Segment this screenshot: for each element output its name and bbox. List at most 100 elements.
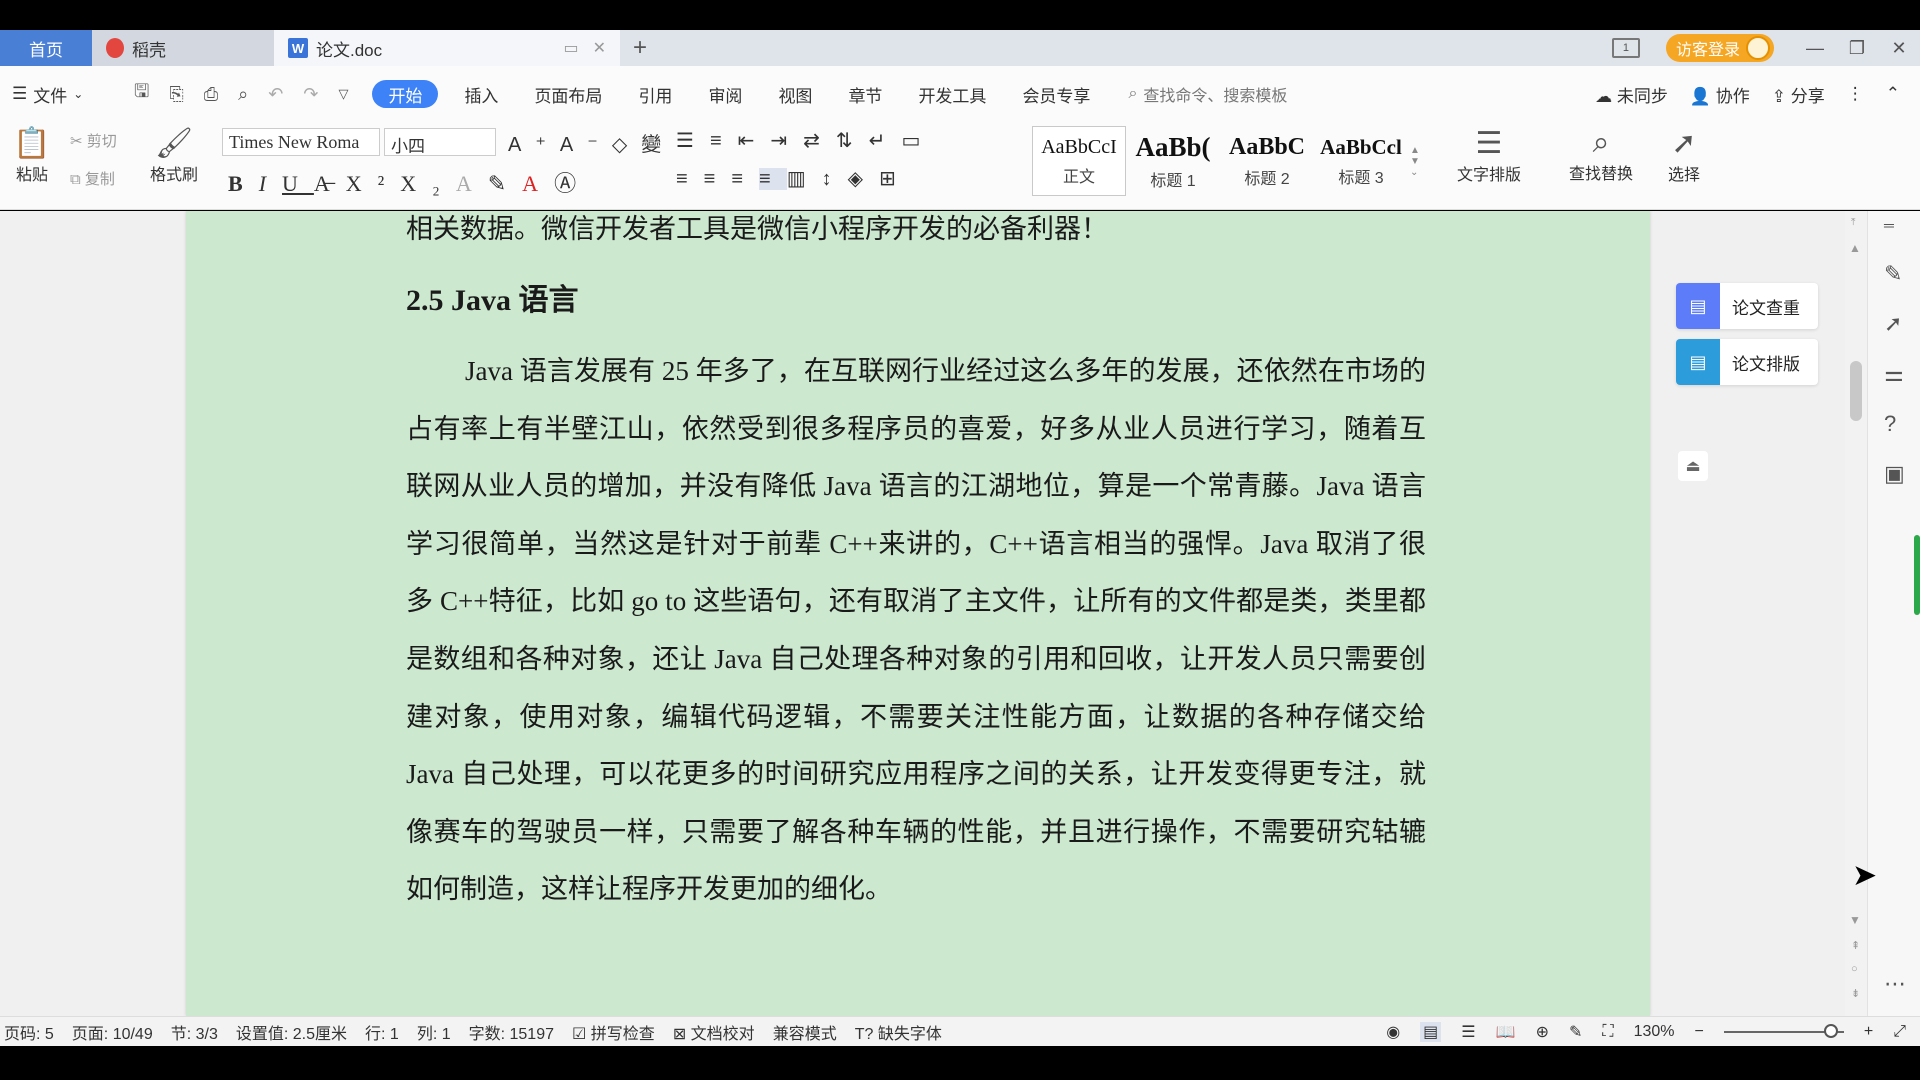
next-page-icon[interactable]: ⇟ xyxy=(1851,987,1860,1000)
font-size-select[interactable]: 小四 xyxy=(384,128,496,156)
pointer-icon[interactable]: ➚ xyxy=(1884,311,1902,337)
ruler-icon[interactable]: ▭ xyxy=(901,130,936,152)
line-spacing-icon[interactable]: ↕ xyxy=(822,168,848,190)
shading-icon[interactable]: ◈ xyxy=(848,168,879,190)
command-search[interactable]: ⌕ 查找命令、搜索模板 xyxy=(1128,82,1287,106)
page-view-icon[interactable]: ▤ xyxy=(1420,1021,1442,1042)
menu-view[interactable]: 视图 xyxy=(760,80,830,108)
spell-check-button[interactable]: ☑ 拼写检查 xyxy=(572,1020,655,1044)
web-view-icon[interactable]: ⊕ xyxy=(1536,1022,1549,1042)
text-layout-button[interactable]: ☰ 文字排版 xyxy=(1446,126,1532,185)
close-window-button[interactable]: ✕ xyxy=(1878,30,1920,66)
styles-scroll[interactable]: ▲ ▼ ⌄ xyxy=(1408,126,1422,196)
subscript-icon[interactable]: X₂ xyxy=(400,171,456,196)
zoom-level[interactable]: 130% xyxy=(1634,1023,1675,1041)
justify-icon[interactable]: ≡ xyxy=(759,168,787,190)
align-center-icon[interactable]: ≡ xyxy=(704,168,732,190)
menu-section[interactable]: 章节 xyxy=(830,80,900,108)
text-direction-icon[interactable]: ⇄ xyxy=(803,130,836,152)
missing-font-button[interactable]: T? 缺失字体 xyxy=(855,1020,942,1044)
assist-collapse-icon[interactable]: ⏏ xyxy=(1678,451,1708,481)
char-border-icon[interactable]: Ⓐ xyxy=(554,171,592,196)
side-panel-handle[interactable] xyxy=(1914,535,1920,615)
print-icon[interactable]: ⎙ xyxy=(204,84,218,105)
style-normal[interactable]: AaBbCcI 正文 xyxy=(1032,126,1126,196)
document-page[interactable]: 相关数据。微信开发者工具是微信小程序开发的必备利器！ 2.5 Java 语言 J… xyxy=(186,211,1650,1016)
align-right-icon[interactable]: ≡ xyxy=(731,168,759,190)
borders-icon[interactable]: ⊞ xyxy=(879,168,912,190)
scroll-top-icon[interactable]: ⤒ xyxy=(1851,217,1855,228)
highlight-icon[interactable]: ✎ xyxy=(488,171,522,196)
scroll-up-icon[interactable]: ▲ xyxy=(1849,241,1861,255)
copy-button[interactable]: ⧉ 复制 xyxy=(70,168,115,189)
shrink-font-icon[interactable]: A⁻ xyxy=(560,134,612,156)
reading-view-icon[interactable]: 📖 xyxy=(1496,1022,1516,1042)
bold-icon[interactable]: B xyxy=(228,171,259,196)
find-replace-button[interactable]: ⌕ 查找替换 xyxy=(1556,126,1646,184)
status-section[interactable]: 节: 3/3 xyxy=(171,1020,218,1044)
export-pdf-icon[interactable]: ⎘ xyxy=(169,84,183,105)
prev-page-icon[interactable]: ⇞ xyxy=(1851,939,1860,952)
adjust-icon[interactable]: ⚌ xyxy=(1884,361,1904,387)
redo-icon[interactable]: ↷ xyxy=(303,84,318,105)
superscript-icon[interactable]: X² xyxy=(346,171,400,196)
style-heading2[interactable]: AaBbC 标题 2 xyxy=(1220,126,1314,196)
bullets-icon[interactable]: ☰ xyxy=(676,130,710,152)
tab-docer[interactable]: 稻壳 xyxy=(92,30,274,66)
sync-button[interactable]: ☁ 未同步 xyxy=(1595,82,1668,107)
clear-format-icon[interactable]: ◇ xyxy=(612,134,641,156)
zoom-in-icon[interactable]: + xyxy=(1864,1023,1873,1041)
grow-font-icon[interactable]: A⁺ xyxy=(508,134,560,156)
proofread-button[interactable]: ⊠ 文档校对 xyxy=(673,1020,755,1044)
visitor-login-button[interactable]: 访客登录 xyxy=(1665,34,1774,62)
status-compat-mode[interactable]: 兼容模式 xyxy=(773,1020,837,1044)
status-setting[interactable]: 设置值: 2.5厘米 xyxy=(236,1020,347,1044)
phonetic-icon[interactable]: 變 xyxy=(641,134,675,156)
sidebar-toggle-icon[interactable]: ═ xyxy=(1884,217,1894,233)
indent-icon[interactable]: ⇥ xyxy=(770,130,803,152)
pen-icon[interactable]: ✎ xyxy=(1884,261,1902,287)
style-heading3[interactable]: AaBbCcl 标题 3 xyxy=(1314,126,1408,196)
select-button[interactable]: ➚ 选择 xyxy=(1656,126,1712,185)
status-row[interactable]: 行: 1 xyxy=(365,1020,399,1044)
tab-home[interactable]: 首页 xyxy=(0,30,92,66)
eye-protection-icon[interactable]: ◉ xyxy=(1386,1022,1400,1042)
outline-view-icon[interactable]: ☰ xyxy=(1461,1022,1475,1042)
fullscreen-icon[interactable]: ⤢ xyxy=(1893,1023,1906,1041)
zoom-out-icon[interactable]: − xyxy=(1695,1023,1704,1041)
status-col[interactable]: 列: 1 xyxy=(417,1020,451,1044)
window-layout-icon[interactable]: 1 xyxy=(1611,38,1640,58)
status-page-code[interactable]: 页码: 5 xyxy=(4,1020,54,1044)
paper-check-button[interactable]: ▤ 论文查重 xyxy=(1676,283,1818,329)
image-edit-icon[interactable]: ▣ xyxy=(1884,461,1905,487)
status-words[interactable]: 字数: 15197 xyxy=(469,1020,554,1044)
italic-icon[interactable]: I xyxy=(259,171,282,196)
browse-object-icon[interactable]: ○ xyxy=(1851,963,1858,975)
menu-home[interactable]: 开始 xyxy=(372,80,439,108)
paper-layout-button[interactable]: ▤ 论文排版 xyxy=(1676,339,1818,385)
status-page[interactable]: 页面: 10/49 xyxy=(72,1020,153,1044)
scroll-down-icon[interactable]: ▼ xyxy=(1849,913,1861,927)
align-left-icon[interactable]: ≡ xyxy=(676,168,704,190)
minimize-button[interactable]: — xyxy=(1794,30,1836,66)
text-effect-icon[interactable]: A xyxy=(456,171,488,196)
file-menu[interactable]: ☰ 文件 ⌄ xyxy=(12,82,104,107)
menu-insert[interactable]: 插入 xyxy=(446,80,516,108)
save-icon[interactable]: 🖫 xyxy=(134,79,149,109)
vertical-scrollbar[interactable]: ⤒ ▲ ▼ ⇞ ○ ⇟ xyxy=(1845,211,1867,1016)
paste-button[interactable]: 📋 粘贴 xyxy=(10,126,54,185)
fit-page-icon[interactable]: ⛶ xyxy=(1602,1023,1613,1041)
sort-icon[interactable]: ⇅ xyxy=(836,130,869,152)
underline-icon[interactable]: U xyxy=(282,171,314,196)
pin-window-icon[interactable]: ▭ xyxy=(563,38,578,58)
tab-document[interactable]: W 论文.doc ▭ ✕ xyxy=(274,30,620,66)
more-options-icon[interactable]: ⋯ xyxy=(1884,971,1906,997)
distributed-icon[interactable]: ▥ xyxy=(787,168,822,190)
customize-icon[interactable]: ▽ xyxy=(338,86,348,102)
close-tab-icon[interactable]: ✕ xyxy=(593,38,606,58)
undo-icon[interactable]: ↶ xyxy=(268,84,283,105)
font-color-icon[interactable]: A xyxy=(522,171,554,196)
outdent-icon[interactable]: ⇤ xyxy=(738,130,771,152)
menu-review[interactable]: 审阅 xyxy=(690,80,760,108)
cut-button[interactable]: ✂ 剪切 xyxy=(70,130,117,151)
